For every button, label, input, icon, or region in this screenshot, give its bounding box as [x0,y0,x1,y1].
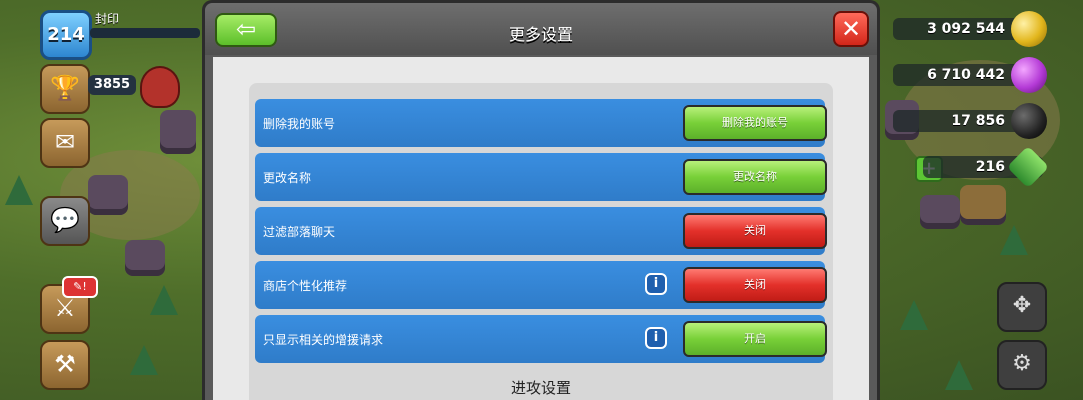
level-badge[interactable]: 214 [40,10,92,60]
trophy-icon: 🏆 [50,74,80,102]
dark-elixir-icon [1011,103,1047,139]
setting-row-relevant-reinforcements: 只显示相关的增援请求 i 开启 [255,315,827,363]
setting-row-shop-personalization: 商店个性化推荐 i 关闭 [255,261,827,309]
setting-row-filter-clan-chat: 过滤部落聊天 关闭 [255,207,827,255]
move-tool-icon: ✥ [1012,293,1032,318]
dialog-header: ⇦ 更多设置 ✕ [205,3,877,55]
setting-label: 过滤部落聊天 [263,225,336,239]
league-icon [140,66,180,108]
filter-clan-chat-toggle[interactable]: 关闭 [683,213,827,249]
chat-icon: 💬 [50,206,80,234]
elixir-icon [1011,57,1047,93]
mail-button[interactable]: ✉ [40,118,90,168]
edit-mode-button[interactable]: ✥ [997,282,1047,332]
attack-settings-heading: 进攻设置 [510,379,571,397]
close-x-icon: ✕ [840,15,862,43]
setting-label: 更改名称 [263,171,312,185]
change-name-button[interactable]: 更改名称 [683,159,827,195]
delete-account-button[interactable]: 删除我的账号 [683,105,827,141]
builder-icon: ⚒ [54,350,76,378]
setting-label: 只显示相关的增援请求 [263,333,384,347]
dialog-body: 删除我的账号 删除我的账号 更改名称 更改名称 过滤部落聊天 关闭 商店个性化推… [213,57,869,400]
tree [1000,225,1028,255]
tree [945,360,973,390]
gold-icon [1011,11,1047,47]
building [920,195,960,229]
builder-button[interactable]: ⚒ [40,340,90,390]
setting-label: 商店个性化推荐 [263,279,348,293]
crossed-swords-icon: ⚔ [54,294,76,322]
shop-personalization-toggle[interactable]: 关闭 [683,267,827,303]
xp-bar [90,28,200,38]
setting-label: 删除我的账号 [263,117,336,131]
trophy-count: 3855 [88,75,136,95]
info-icon[interactable]: i [645,273,667,295]
setting-row-change-name: 更改名称 更改名称 [255,153,827,201]
chat-button[interactable]: 💬 [40,196,90,246]
tree [900,300,928,330]
more-settings-dialog: ⇦ 更多设置 ✕ 删除我的账号 删除我的账号 更改名称 更改名称 过滤部落聊天 … [202,0,880,400]
setting-row-delete-account: 删除我的账号 删除我的账号 [255,99,827,147]
settings-button[interactable]: ⚙ [997,340,1047,390]
relevant-reinforcements-toggle[interactable]: 开启 [683,321,827,357]
info-icon[interactable]: i [645,327,667,349]
left-hud: 214 封印 🏆 3855 ✉ 💬 ⚔ ✎! ⚒ [0,0,200,400]
settings-panel: 删除我的账号 删除我的账号 更改名称 更改名称 过滤部落聊天 关闭 商店个性化推… [249,83,833,400]
notification-badge: ✎! [62,276,98,298]
trophy-button[interactable]: 🏆 [40,64,90,114]
player-name: 封印 [95,12,120,26]
building [960,185,1006,225]
close-button[interactable]: ✕ [833,11,869,47]
dialog-title: 更多设置 [508,25,573,44]
gear-icon: ⚙ [1012,351,1032,376]
mail-icon: ✉ [54,128,76,156]
